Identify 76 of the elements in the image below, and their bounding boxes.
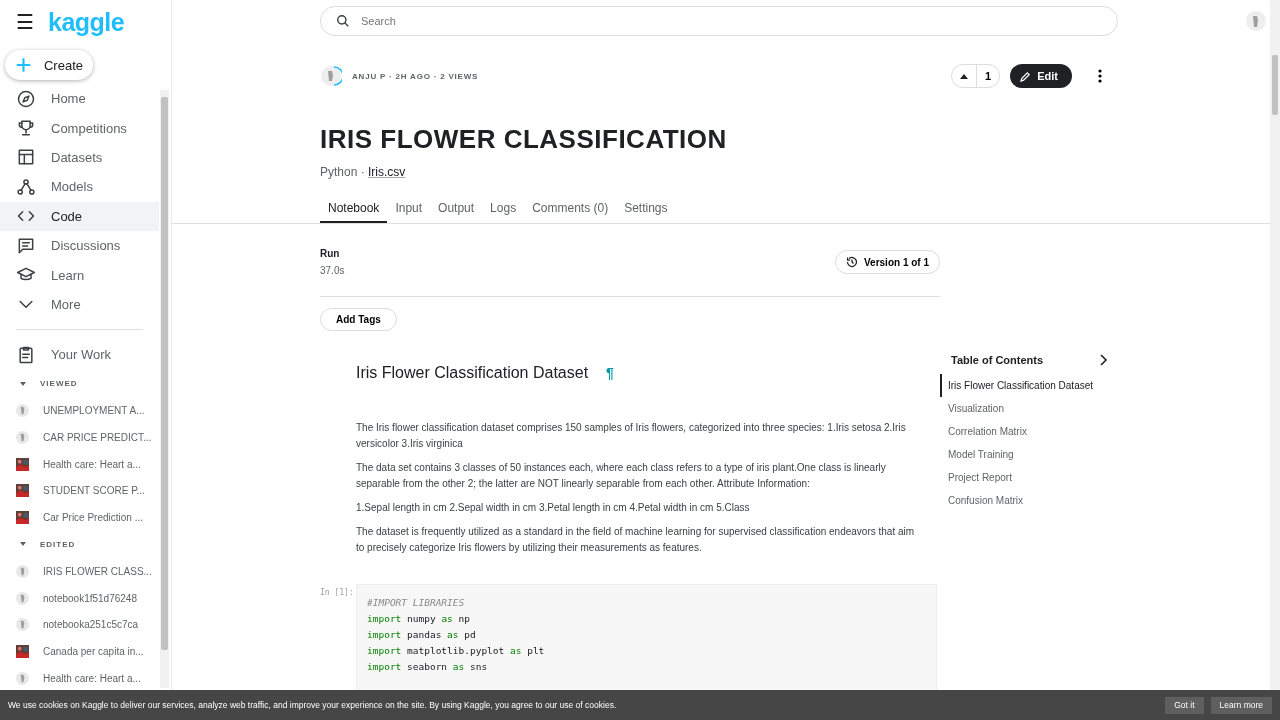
cookie-button[interactable]: Learn more (1210, 696, 1272, 714)
recent-item[interactable]: CAR PRICE PREDICT... (0, 424, 159, 451)
avatar-icon (16, 671, 29, 685)
paragraph: The dataset is frequently utilized as a standard in the field of machine learning for supervised classification endeavors that aim to precisely categorize Iris flowers by utilizing their measurements as features. (356, 525, 916, 555)
pencil-icon (1020, 70, 1032, 82)
cookie-notice: We use cookies on Kaggle to deliver our services, analyze web traffic, and improve your experience on the site. By using Kaggle, you agree to our use of cookies. (8, 700, 618, 710)
run-time: 37.0s (320, 265, 345, 276)
recent-item[interactable]: UNEMPLOYMENT A... (0, 397, 159, 425)
toc-item[interactable]: Confusion Matrix (940, 489, 1108, 512)
avatar-icon (16, 565, 29, 579)
code-cell[interactable]: #IMPORT LIBRARIES import numpy as np import pandas as pd import matplotlib.pyplot as plt import seaborn as sns (356, 584, 937, 690)
avatar-icon (16, 591, 29, 605)
nav-item[interactable]: Code (0, 201, 159, 231)
paragraph: The data set contains 3 classes of 50 instances each, where each class refers to a type of iris plant.One class is linearly separable from the other 2; the latter are NOT linearly separable from each other. Attribute Information: (356, 461, 887, 491)
recent-item[interactable]: Health care: Heart a... (0, 664, 159, 690)
recent-item[interactable]: Health care: Heart a... (0, 450, 159, 478)
avatar-icon (320, 65, 342, 87)
scrollbar[interactable] (160, 90, 169, 688)
author-meta: ANJU P · 2H AGO · 2 VIEWS (352, 71, 479, 81)
toc-item[interactable]: Iris Flower Classification Dataset (940, 374, 1108, 397)
tab[interactable]: Comments (0) (524, 201, 617, 223)
run-label: Run (320, 248, 341, 259)
search-icon (336, 14, 350, 28)
search-field[interactable]: Search (320, 6, 1118, 36)
nav-item[interactable]: Discussions (0, 230, 159, 261)
notebook-title: IRIS FLOWER CLASSIFICATION (320, 124, 728, 155)
toc-item[interactable]: Correlation Matrix (940, 420, 1108, 443)
avatar-icon (16, 618, 29, 632)
cookie-button[interactable]: Got it (1165, 696, 1204, 714)
recent-item[interactable]: notebooka251c5c7ca (0, 611, 159, 639)
create-button[interactable]: Create (5, 50, 93, 80)
section-heading: Iris Flower Classification Dataset (356, 364, 589, 382)
recent-item[interactable]: Canada per capita in... (0, 638, 159, 665)
history-icon (845, 256, 858, 268)
compass-icon (16, 88, 36, 109)
nav-item[interactable]: Home (0, 84, 159, 114)
section-toggle[interactable]: EDITED (0, 530, 159, 559)
cell-prompt: In [1]: (320, 588, 354, 597)
version-button[interactable]: Version 1 of 1 (834, 250, 940, 274)
recent-item[interactable]: IRIS FLOWER CLASS... (0, 558, 159, 586)
avatar-icon (16, 404, 29, 418)
add-tags-button[interactable]: Add Tags (320, 308, 397, 331)
dataset-link[interactable]: Iris.csv (368, 165, 406, 179)
recent-item[interactable]: STUDENT SCORE P... (0, 477, 159, 504)
nav-item[interactable]: Your Work (0, 340, 159, 370)
nodes-icon (16, 176, 36, 197)
tab[interactable]: Output (430, 201, 483, 223)
language-label: Python · (320, 165, 366, 179)
anchor-link[interactable]: ¶ (606, 365, 614, 381)
avatar-icon (16, 430, 29, 444)
menu-button[interactable]: ☰ (16, 10, 34, 34)
edit-button[interactable]: Edit (1010, 64, 1072, 88)
upvote-button[interactable]: 1 (951, 64, 1001, 88)
avatar-icon[interactable] (1246, 11, 1266, 31)
nav-item[interactable]: Models (0, 172, 159, 202)
toc-item[interactable]: Visualization (940, 397, 1108, 420)
clipboard-icon (16, 344, 36, 365)
chevron-right-icon[interactable] (1098, 354, 1108, 366)
paragraph: The Iris flower classification dataset comprises 150 samples of Iris flowers, categorized into three species: 1.Iris setosa 2.Iris versicolor 3.Iris virginica (356, 421, 907, 451)
caret-up-icon (960, 73, 969, 79)
nav-item[interactable]: Competitions (0, 113, 159, 143)
toc-title: Table of Contents (951, 354, 1044, 366)
nav-item[interactable]: Learn (0, 260, 159, 290)
nav-item[interactable]: Datasets (0, 142, 159, 173)
recent-item[interactable]: Car Price Prediction ... (0, 503, 159, 531)
recent-item[interactable]: notebook1f51d76248 (0, 585, 159, 612)
tab[interactable]: Input (387, 201, 431, 223)
paragraph: 1.Sepal length in cm 2.Sepal width in cm 3.Petal length in cm 4.Petal width in cm 5.Class (356, 501, 751, 515)
scrollbar[interactable] (1270, 0, 1280, 690)
toc-item[interactable]: Model Training (940, 443, 1108, 466)
nav-item[interactable]: More (0, 289, 159, 320)
plus-icon (15, 55, 32, 75)
toc-item[interactable]: Project Report (940, 466, 1108, 489)
section-toggle[interactable]: VIEWED (0, 369, 159, 398)
tab[interactable]: Settings (616, 201, 676, 223)
tab[interactable]: Logs (482, 201, 525, 223)
